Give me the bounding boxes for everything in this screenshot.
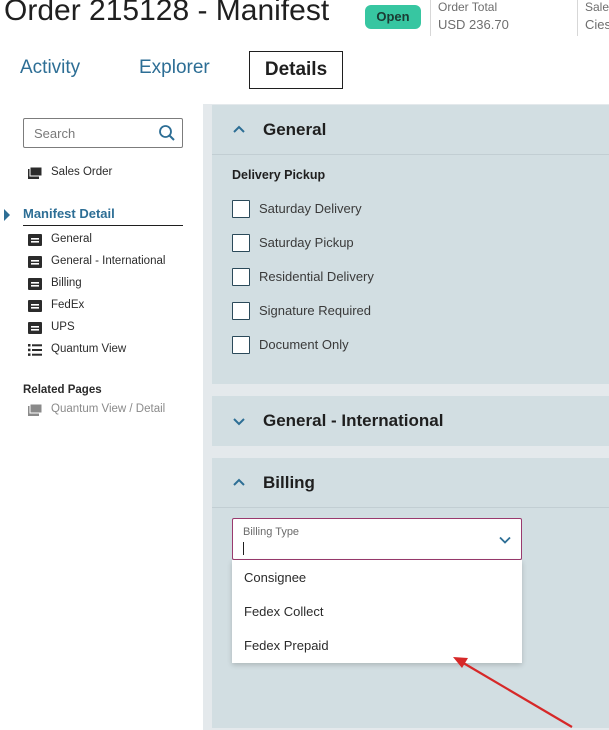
- billing-type-select[interactable]: Billing Type: [232, 518, 522, 560]
- search-input[interactable]: Search: [23, 118, 183, 148]
- panel-title: Billing: [263, 473, 315, 492]
- related-item-label: Quantum View / Detail: [51, 403, 166, 415]
- checkbox-label: Signature Required: [259, 303, 372, 318]
- panel-title: General - International: [263, 411, 444, 430]
- tab-activity[interactable]: Activity: [20, 57, 80, 79]
- chevron-down-icon[interactable]: [499, 536, 511, 544]
- checkbox-label: Residential Delivery: [259, 269, 374, 284]
- sidebar-section-manifest-detail[interactable]: Manifest Detail: [23, 206, 183, 226]
- sidebar-item-label: Billing: [51, 277, 82, 289]
- page-title: Order 215128 - Manifest: [4, 0, 330, 27]
- checkbox-box[interactable]: [232, 234, 250, 252]
- tab-explorer[interactable]: Explorer: [139, 57, 210, 79]
- option-fedex-collect[interactable]: Fedex Collect: [244, 604, 323, 619]
- active-section-marker-icon: [4, 209, 10, 221]
- status-badge: Open: [365, 5, 421, 29]
- sidebar-item-label: General: [51, 233, 92, 245]
- page-header: Order 215128 - Manifest Open Order Total…: [0, 0, 609, 40]
- order-total-label: Order Total: [438, 0, 498, 14]
- checkbox-box[interactable]: [232, 268, 250, 286]
- related-pages-heading: Related Pages: [23, 384, 102, 396]
- panel-header-general-international[interactable]: General - International: [212, 396, 609, 446]
- tab-details[interactable]: Details: [249, 51, 343, 89]
- checkbox-box[interactable]: [232, 336, 250, 354]
- text-cursor: [243, 542, 244, 555]
- panel-header-billing[interactable]: Billing: [212, 458, 609, 508]
- checkbox-box[interactable]: [232, 200, 250, 218]
- sidebar-item-label: Quantum View: [51, 343, 127, 355]
- documents-icon: [28, 167, 42, 179]
- form-icon: [28, 300, 42, 312]
- checkbox-label: Document Only: [259, 337, 349, 352]
- sidebar-item-label: General - International: [51, 255, 166, 267]
- order-total-value: USD 236.70: [438, 17, 509, 32]
- panel-header-general[interactable]: General: [212, 105, 609, 155]
- sales-value: Cies: [585, 17, 609, 32]
- chevron-up-icon[interactable]: [232, 477, 246, 487]
- documents-icon: [28, 404, 42, 416]
- form-icon: [28, 278, 42, 290]
- sidebar-item-label: UPS: [51, 321, 75, 333]
- panel-title: General: [263, 120, 327, 139]
- checkbox-box[interactable]: [232, 302, 250, 320]
- checkbox-label: Saturday Delivery: [259, 201, 362, 216]
- form-icon: [28, 234, 42, 246]
- left-navigation-panel: [0, 104, 203, 730]
- sidebar-item-label: Sales Order: [51, 166, 113, 178]
- billing-type-label: Billing Type: [243, 526, 300, 538]
- form-icon: [28, 322, 42, 334]
- header-divider: [430, 0, 431, 36]
- section-label-delivery-pickup: Delivery Pickup: [232, 168, 326, 182]
- form-icon: [28, 256, 42, 268]
- search-placeholder: Search: [34, 126, 76, 141]
- list-icon: [28, 344, 42, 356]
- option-consignee[interactable]: Consignee: [244, 570, 306, 585]
- option-fedex-prepaid[interactable]: Fedex Prepaid: [244, 638, 329, 653]
- panel-gutter: [203, 104, 211, 730]
- sidebar-item-label: FedEx: [51, 299, 85, 311]
- chevron-up-icon[interactable]: [232, 124, 246, 134]
- search-icon[interactable]: [158, 124, 176, 142]
- header-divider: [577, 0, 578, 36]
- checkbox-label: Saturday Pickup: [259, 235, 354, 250]
- chevron-down-icon[interactable]: [232, 417, 246, 427]
- billing-type-options-list: Consignee Fedex Collect Fedex Prepaid: [232, 560, 522, 663]
- sales-label: Sales: [585, 0, 609, 14]
